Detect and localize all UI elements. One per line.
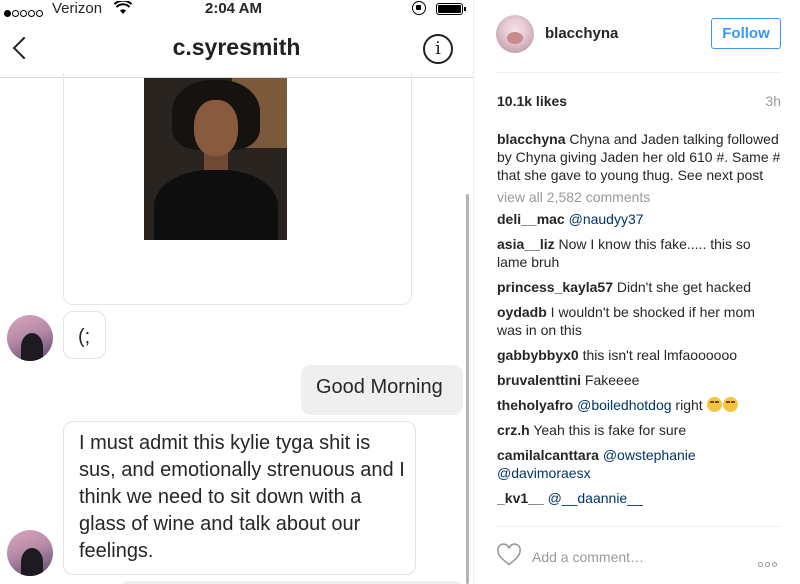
- comment-item: bruvalenttini Fakeeee: [497, 371, 783, 389]
- comment-text: this isn't real lmfaoooooo: [582, 347, 738, 363]
- post-caption: blacchyna Chyna and Jaden talking follow…: [497, 130, 783, 184]
- comment-item: camilalcanttara @owstephanie @davimoraes…: [497, 446, 783, 482]
- scrollbar[interactable]: [466, 194, 469, 584]
- info-icon[interactable]: i: [423, 34, 453, 64]
- comments-list: blacchyna Chyna and Jaden talking follow…: [497, 130, 783, 524]
- comment-username[interactable]: princess_kayla57: [497, 279, 613, 295]
- comment-username[interactable]: camilalcanttara: [497, 447, 599, 463]
- battery-icon: [436, 3, 466, 15]
- comment-username[interactable]: _kv1__: [497, 490, 544, 506]
- comment-item: theholyafro @boiledhotdog right: [497, 396, 783, 414]
- comment-mention[interactable]: @__daannie__: [548, 490, 643, 506]
- grimacing-emoji-icon: [706, 397, 722, 412]
- comment-item: gabbybbyx0 this isn't real lmfaoooooo: [497, 346, 783, 364]
- comment-item: _kv1__ @__daannie__: [497, 489, 783, 507]
- sender-avatar[interactable]: [7, 530, 53, 576]
- comment-username[interactable]: deli__mac: [497, 211, 565, 227]
- comment-item: princess_kayla57 Didn't she get hacked: [497, 278, 783, 296]
- comment-username[interactable]: theholyafro: [497, 397, 573, 413]
- add-comment-input[interactable]: [532, 547, 722, 567]
- message-thread[interactable]: (; Good Morning I must admit this kylie …: [0, 73, 473, 584]
- comment-item: crz.h Yeah this is fake for sure: [497, 421, 783, 439]
- avatar[interactable]: [496, 15, 534, 53]
- dm-screenshot: Verizon 2:04 AM c.syresmith i (; Good Mo…: [0, 0, 473, 584]
- likes-count[interactable]: 10.1k likes: [497, 93, 567, 109]
- comment-item: deli__mac @naudyy37: [497, 210, 783, 228]
- comment-mention[interactable]: @naudyy37: [569, 211, 644, 227]
- outgoing-message: Good Morning: [301, 365, 463, 415]
- view-all-comments-link[interactable]: view all 2,582 comments: [497, 188, 783, 206]
- comment-text: Yeah this is fake for sure: [533, 422, 687, 438]
- comment-item: oydadb I wouldn't be shocked if her mom …: [497, 303, 783, 339]
- sender-avatar[interactable]: [7, 315, 53, 361]
- heart-icon[interactable]: [496, 543, 522, 567]
- incoming-message: I must admit this kylie tyga shit is sus…: [63, 421, 416, 575]
- comment-text: Didn't she get hacked: [616, 279, 752, 295]
- wifi-icon: [113, 0, 133, 18]
- divider: [496, 72, 781, 73]
- dm-header: c.syresmith i: [0, 18, 473, 78]
- comment-item: asia__liz Now I know this fake..... this…: [497, 235, 783, 271]
- comment-mention[interactable]: @boiledhotdog: [577, 397, 671, 413]
- comment-username[interactable]: crz.h: [497, 422, 530, 438]
- comment-text: Fakeeee: [584, 372, 640, 388]
- comment-username[interactable]: asia__liz: [497, 236, 555, 252]
- follow-button[interactable]: Follow: [711, 18, 781, 49]
- grimacing-emoji-icon: [722, 397, 738, 412]
- more-icon[interactable]: [758, 554, 782, 567]
- shared-photo[interactable]: [144, 78, 287, 240]
- comment-username[interactable]: bruvalenttini: [497, 372, 581, 388]
- post-panel: blacchyna Follow 10.1k likes 3h blacchyn…: [474, 0, 800, 584]
- dm-title: c.syresmith: [172, 34, 301, 60]
- status-bar: Verizon 2:04 AM: [0, 0, 473, 18]
- comment-username[interactable]: blacchyna: [497, 131, 565, 147]
- rotation-lock-icon: [412, 1, 426, 15]
- comment-text: right: [675, 397, 703, 413]
- carrier-label: Verizon: [52, 0, 103, 17]
- comment-username[interactable]: gabbybbyx0: [497, 347, 579, 363]
- divider: [496, 526, 781, 527]
- incoming-message: (;: [63, 311, 106, 359]
- post-time[interactable]: 3h: [765, 93, 781, 109]
- post-username[interactable]: blacchyna: [545, 25, 618, 42]
- comment-username[interactable]: oydadb: [497, 304, 547, 320]
- shared-photo-message[interactable]: [63, 73, 412, 305]
- clock-time: 2:04 AM: [205, 0, 262, 17]
